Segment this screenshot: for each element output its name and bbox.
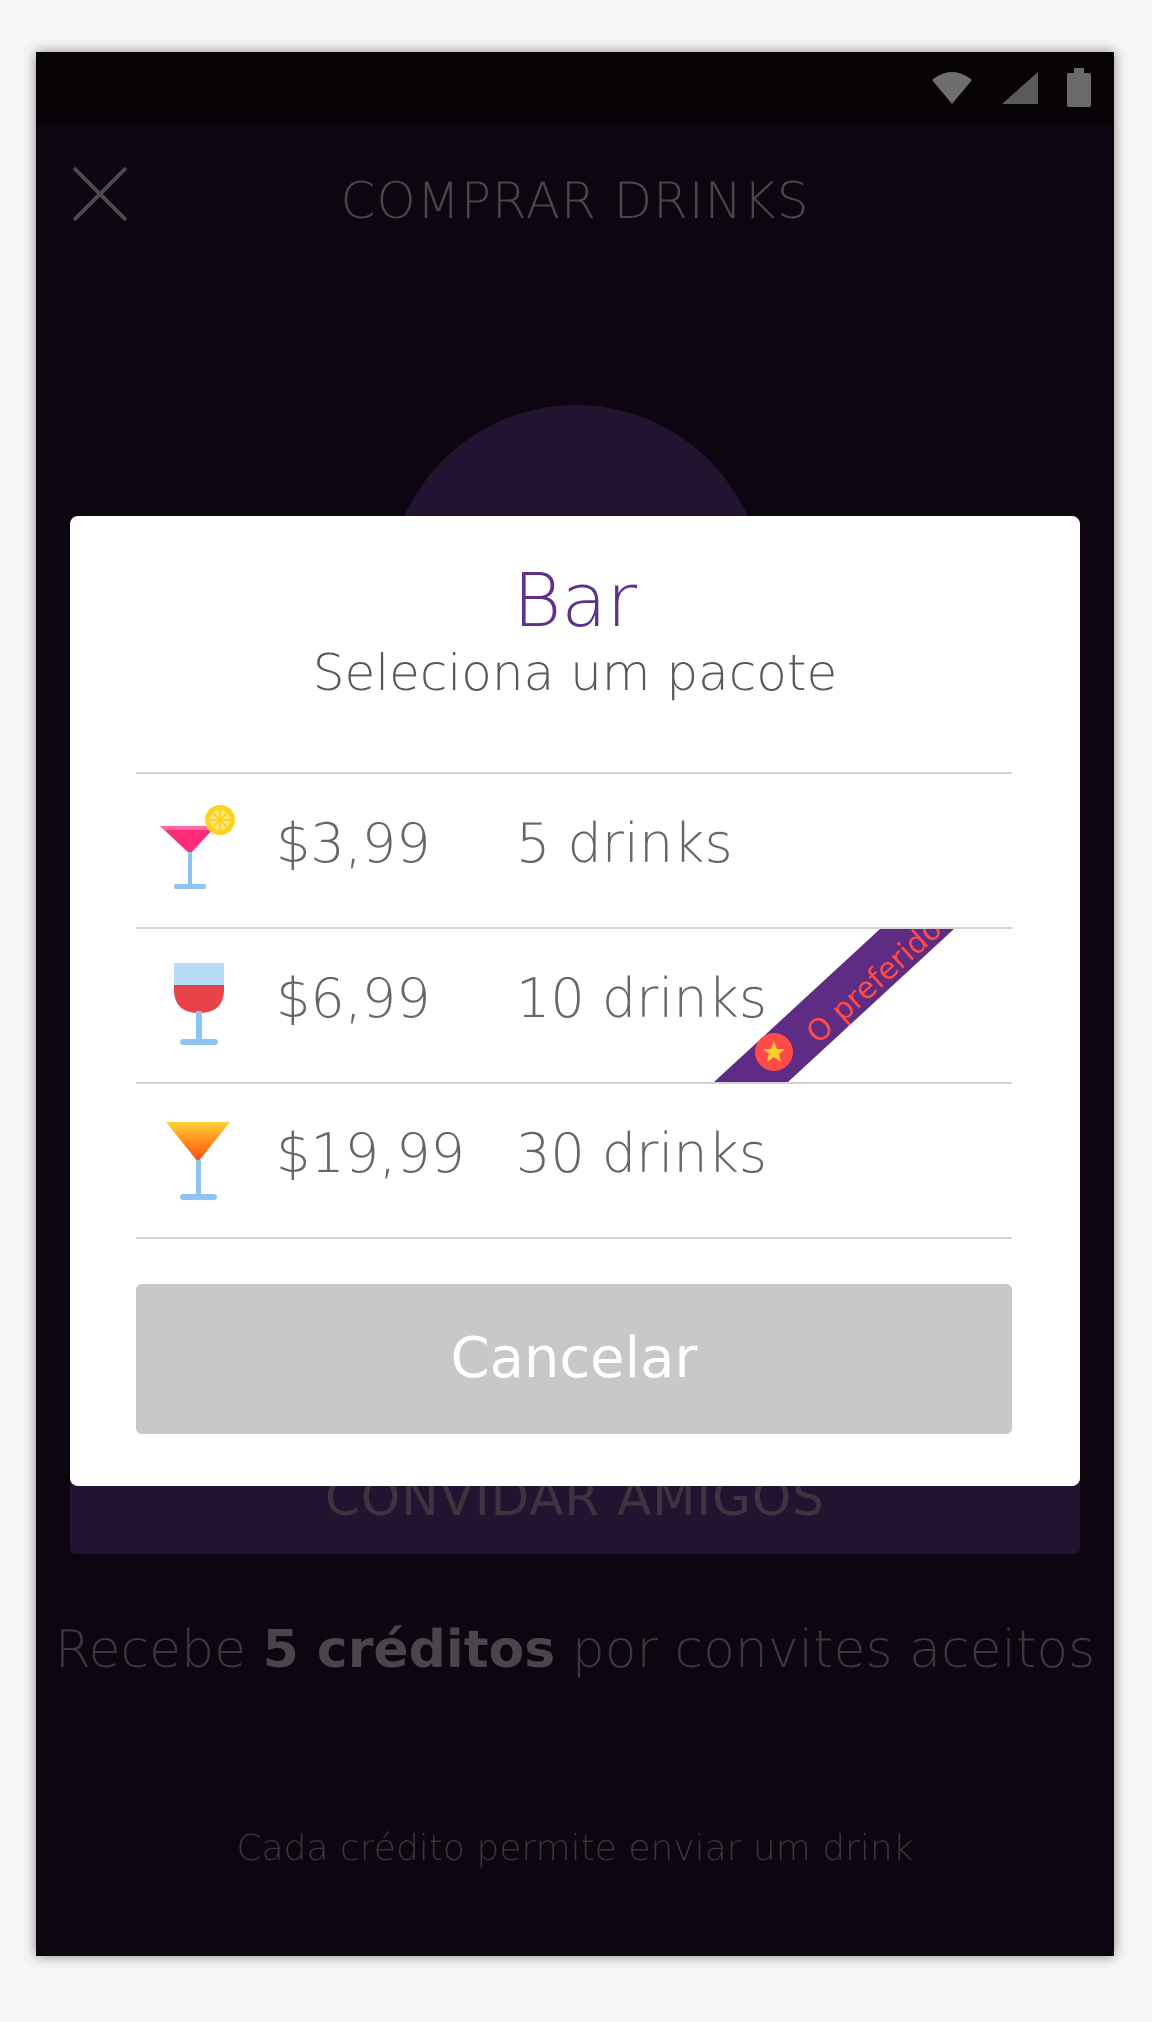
package-option-30[interactable]: $19,99 30 drinks	[136, 1082, 1012, 1239]
page-title: COMPRAR DRINKS	[340, 172, 810, 230]
package-price: $6,99	[276, 967, 431, 1030]
dialog-subtitle: Seleciona um pacote	[312, 644, 838, 702]
package-drinks: 30 drinks	[516, 1122, 767, 1185]
credits-amount: 5 créditos	[262, 1620, 556, 1680]
credits-suffix: por convites aceitos	[571, 1620, 1096, 1680]
wifi-icon	[932, 72, 972, 104]
status-bar	[36, 52, 1114, 124]
battery-icon	[1067, 68, 1091, 107]
package-option-10[interactable]: $6,99 10 drinks O preferido	[136, 927, 1012, 1082]
package-price: $19,99	[276, 1122, 465, 1185]
favorite-ribbon: O preferido	[714, 929, 954, 1082]
package-price: $3,99	[276, 812, 431, 875]
tropical-drink-icon	[166, 1122, 230, 1200]
package-dialog: Bar Seleciona um pacote $3,99 5 drinks $…	[70, 516, 1080, 1486]
package-option-5[interactable]: $3,99 5 drinks	[136, 772, 1012, 927]
credit-footnote: Cada crédito permite enviar um drink	[236, 1828, 914, 1869]
package-drinks: 5 drinks	[516, 812, 733, 875]
credits-info: Recebe 5 créditos por convites aceitos	[36, 1620, 1114, 1680]
dialog-title: Bar	[512, 558, 638, 644]
cancel-button[interactable]: Cancelar	[136, 1284, 1012, 1434]
package-list: $3,99 5 drinks $6,99 10 drinks O preferi…	[136, 772, 1012, 1239]
cocktail-glass-icon	[160, 805, 235, 889]
top-bar: COMPRAR DRINKS	[36, 124, 1114, 274]
wine-glass-icon	[174, 963, 224, 1045]
signal-icon	[1002, 72, 1038, 104]
credits-prefix: Recebe	[54, 1620, 247, 1680]
